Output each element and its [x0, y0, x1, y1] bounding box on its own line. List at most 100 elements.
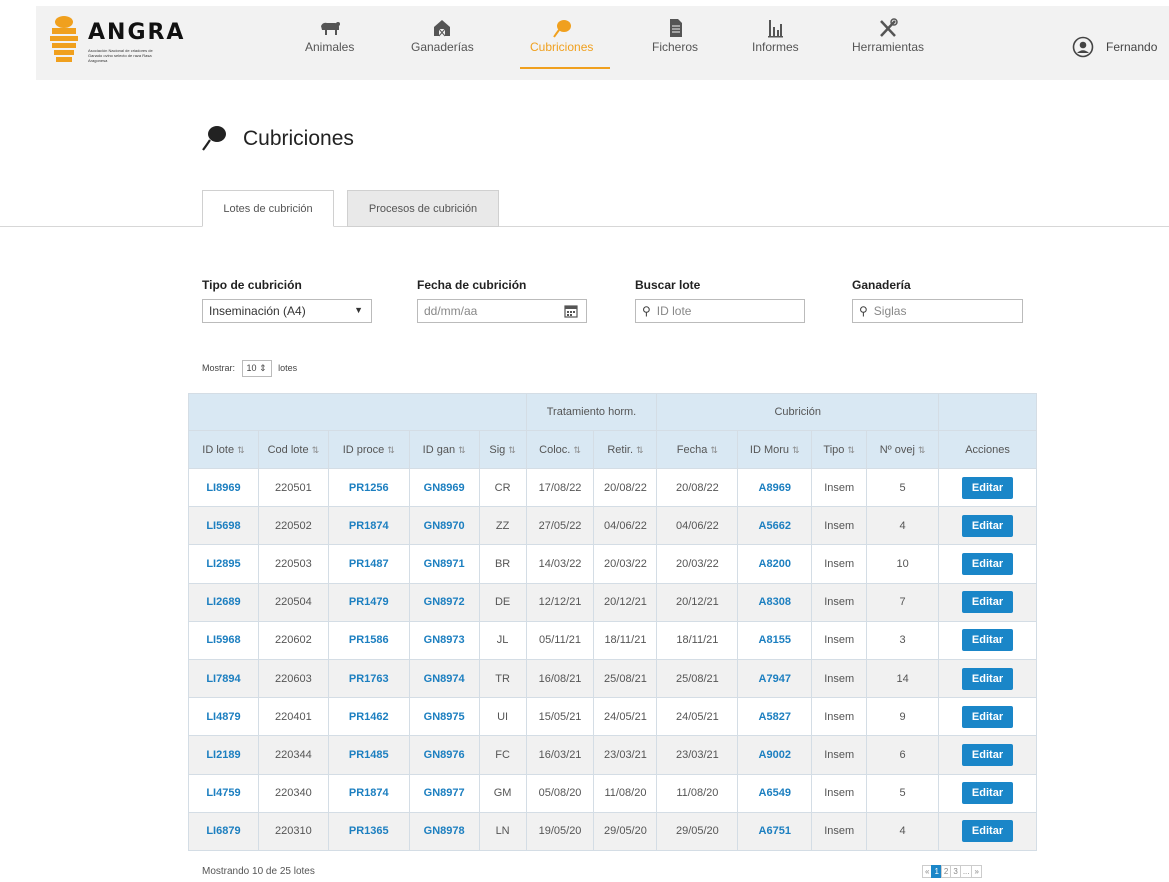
table-cell: 11/08/20	[593, 773, 658, 813]
edit-button[interactable]: Editar	[961, 705, 1014, 728]
nav-animales[interactable]: Animales	[305, 18, 354, 54]
edit-button[interactable]: Editar	[961, 782, 1014, 805]
table-cell-link[interactable]: PR1586	[327, 620, 410, 660]
table-cell-link[interactable]: PR1487	[327, 544, 410, 584]
column-header[interactable]: ID Moru ⇅	[737, 430, 813, 469]
table-cell: Insem	[811, 811, 868, 851]
table-cell: 05/08/20	[525, 773, 595, 813]
edit-button[interactable]: Editar	[961, 820, 1014, 843]
sort-icon[interactable]: ⇅	[636, 445, 644, 455]
table-cell-link[interactable]: GN8973	[408, 620, 480, 660]
table-cell-link[interactable]: PR1256	[327, 467, 410, 508]
sort-icon[interactable]: ⇅	[710, 445, 718, 455]
column-header[interactable]: ID gan ⇅	[408, 430, 480, 469]
sort-icon[interactable]: ⇅	[387, 445, 395, 455]
group-header-blank	[938, 393, 1037, 431]
sort-icon[interactable]: ⇅	[918, 445, 926, 455]
column-header[interactable]: Sig ⇅	[478, 430, 527, 469]
table-cell-link[interactable]: A6549	[737, 773, 813, 813]
table-cell-link[interactable]: GN8970	[408, 506, 480, 546]
calendar-icon[interactable]	[564, 304, 578, 318]
table-cell-link[interactable]: LI5698	[188, 506, 259, 546]
buscar-lote-input[interactable]: ⚲ ID lote	[635, 299, 805, 323]
table-cell-link[interactable]: LI5968	[188, 620, 259, 660]
column-label: Nº ovej	[879, 443, 915, 456]
table-cell-link[interactable]: GN8972	[408, 582, 480, 622]
table-cell-link[interactable]: A7947	[737, 658, 813, 699]
table-cell-link[interactable]: GN8971	[408, 544, 480, 584]
table-cell-link[interactable]: PR1479	[327, 582, 410, 622]
table-cell-link[interactable]: LI4759	[188, 773, 259, 813]
table-cell-link[interactable]: GN8977	[408, 773, 480, 813]
column-header[interactable]: Cod lote ⇅	[257, 430, 329, 469]
edit-button[interactable]: Editar	[961, 514, 1014, 537]
table-cell-link[interactable]: PR1874	[327, 506, 410, 546]
table-cell-link[interactable]: A8155	[737, 620, 813, 660]
table-cell-link[interactable]: A8969	[737, 467, 813, 508]
sort-icon[interactable]: ⇅	[508, 445, 516, 455]
edit-button[interactable]: Editar	[961, 629, 1014, 652]
table-cell-link[interactable]: PR1462	[327, 697, 410, 737]
fecha-cubricion-input[interactable]: dd/mm/aa	[417, 299, 587, 323]
column-header[interactable]: Fecha ⇅	[656, 430, 739, 469]
nav-informes[interactable]: Informes	[752, 18, 799, 54]
page-size-stepper[interactable]: 10 ⇕	[241, 360, 272, 377]
sort-icon[interactable]: ⇅	[847, 445, 855, 455]
sort-icon[interactable]: ⇅	[458, 445, 466, 455]
nav-cubriciones[interactable]: Cubriciones	[530, 18, 593, 54]
table-cell-link[interactable]: GN8969	[408, 467, 480, 508]
nav-herramientas[interactable]: Herramientas	[852, 18, 924, 54]
table-cell-link[interactable]: PR1365	[327, 811, 410, 851]
pager-item[interactable]: »	[971, 865, 982, 878]
table-cell-link[interactable]: LI2689	[188, 582, 259, 622]
nav-ganaderias[interactable]: Ganaderías	[411, 18, 474, 54]
table-cell-link[interactable]: LI7894	[188, 658, 259, 699]
table-cell-link[interactable]: PR1763	[327, 658, 410, 699]
table-cell-link[interactable]: GN8976	[408, 735, 480, 775]
sort-icon[interactable]: ⇅	[237, 445, 245, 455]
column-header[interactable]: Coloc. ⇅	[525, 430, 595, 469]
column-header[interactable]: ID proce ⇅	[327, 430, 410, 469]
edit-button[interactable]: Editar	[961, 743, 1014, 766]
nav-label: Informes	[752, 40, 799, 54]
table-row: LI5968 220602 PR1586 GN8973 JL 05/11/21 18/11/…	[188, 620, 1037, 660]
search-icon: ⚲	[642, 304, 651, 318]
edit-button[interactable]: Editar	[961, 591, 1014, 614]
sheep-icon	[320, 22, 340, 35]
table-cell: 24/05/21	[593, 697, 658, 737]
table-cell-link[interactable]: GN8975	[408, 697, 480, 737]
table-cell: BR	[478, 544, 527, 584]
sort-icon[interactable]: ⇅	[792, 445, 800, 455]
column-header[interactable]: Tipo ⇅	[811, 430, 868, 469]
table-cell-link[interactable]: LI4879	[188, 697, 259, 737]
table-cell-link[interactable]: GN8974	[408, 658, 480, 699]
table-cell-link[interactable]: A8308	[737, 582, 813, 622]
table-cell-link[interactable]: GN8978	[408, 811, 480, 851]
table-cell-link[interactable]: PR1485	[327, 735, 410, 775]
table-cell-link[interactable]: LI6879	[188, 811, 259, 851]
table-cell-link[interactable]: A5827	[737, 697, 813, 737]
tab-lotes-cubricion[interactable]: Lotes de cubrición	[202, 190, 334, 227]
table-cell-link[interactable]: A5662	[737, 506, 813, 546]
table-cell-link[interactable]: A8200	[737, 544, 813, 584]
sort-icon[interactable]: ⇅	[312, 445, 320, 455]
column-header[interactable]: Nº ovej ⇅	[866, 430, 940, 469]
ganaderia-input[interactable]: ⚲ Siglas	[852, 299, 1023, 323]
table-cell-link[interactable]: LI8969	[188, 467, 259, 508]
column-header[interactable]: ID lote ⇅	[188, 430, 259, 469]
edit-button[interactable]: Editar	[961, 476, 1014, 499]
tab-procesos-cubricion[interactable]: Procesos de cubrición	[347, 190, 499, 227]
nav-ficheros[interactable]: Ficheros	[652, 18, 698, 54]
tipo-cubricion-select[interactable]: Inseminación (A4) ▼	[202, 299, 372, 323]
table-cell-link[interactable]: PR1874	[327, 773, 410, 813]
edit-button[interactable]: Editar	[961, 552, 1014, 575]
sort-icon[interactable]: ⇅	[573, 445, 581, 455]
table-cell-link[interactable]: LI2189	[188, 735, 259, 775]
table-cell-link[interactable]: A6751	[737, 811, 813, 851]
table-cell-link[interactable]: LI2895	[188, 544, 259, 584]
table-cell-link[interactable]: A9002	[737, 735, 813, 775]
brand-logo[interactable]: ANGRA Asociación Nacional de criadores d…	[46, 12, 183, 68]
edit-button[interactable]: Editar	[961, 667, 1014, 690]
table-cell: 14	[866, 658, 940, 699]
column-header[interactable]: Retir. ⇅	[593, 430, 658, 469]
